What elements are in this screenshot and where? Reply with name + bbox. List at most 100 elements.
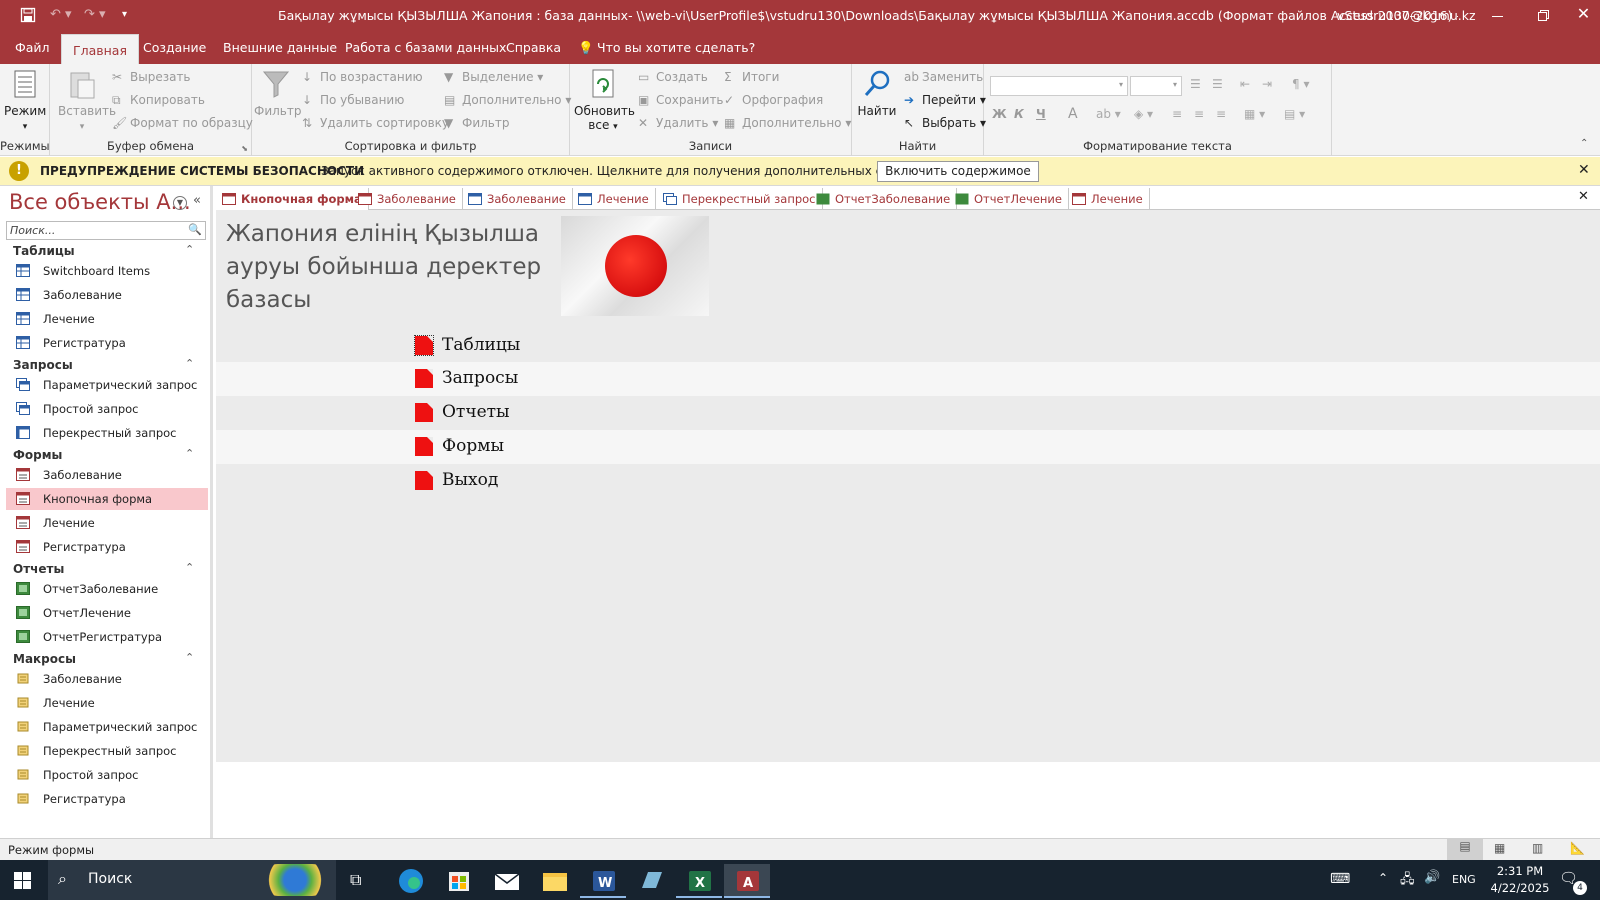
tab-help[interactable]: Справка (506, 40, 561, 55)
menu-button-icon[interactable] (415, 471, 433, 490)
gridlines-icon[interactable]: ▦ ▾ (1244, 107, 1265, 121)
nav-item-macro[interactable]: Лечение (6, 692, 208, 714)
goto-button[interactable]: ➔ Перейти ▾ (904, 93, 986, 107)
windows-start-icon[interactable] (14, 872, 31, 892)
clock-date[interactable]: 4/22/2025 (1484, 881, 1556, 895)
nav-section-forms[interactable]: Формы ⌃ (13, 447, 194, 462)
filter-button[interactable]: Фильтр (254, 68, 301, 118)
menu-button-icon[interactable] (414, 335, 434, 356)
copy-button[interactable]: ⧉ Копировать (112, 93, 205, 108)
redo-icon[interactable]: ↷ ▾ (84, 7, 106, 22)
toggle-filter-button[interactable]: ▼ Фильтр (444, 116, 509, 130)
minimize-button[interactable] (1475, 4, 1521, 28)
nav-item-macro[interactable]: Параметрический запрос (6, 716, 208, 738)
selection-button[interactable]: ▼ Выделение ▾ (444, 70, 543, 84)
delete-record-button[interactable]: ✕ Удалить ▾ (638, 116, 718, 130)
nav-item-table[interactable]: Switchboard Items (6, 260, 208, 282)
more-records-button[interactable]: ▦ Дополнительно ▾ (724, 116, 851, 130)
restore-button[interactable] (1521, 4, 1567, 28)
font-size-select[interactable]: ▾ (1130, 76, 1182, 96)
totals-button[interactable]: Σ Итоги (724, 70, 779, 84)
form-view-icon[interactable]: ▤ (1447, 839, 1483, 860)
language-indicator[interactable]: ENG (1452, 873, 1476, 886)
network-icon[interactable]: 🖧 (1400, 870, 1415, 892)
font-color-button[interactable]: A (1068, 106, 1078, 122)
tab-external-data[interactable]: Внешние данные (223, 40, 337, 55)
view-mode-button[interactable]: Режим ▾ (4, 68, 46, 132)
nav-item-macro[interactable]: Регистратура (6, 788, 208, 810)
nav-item-form[interactable]: Лечение (6, 512, 208, 534)
menu-label-forms[interactable]: Формы (442, 436, 504, 456)
store-icon[interactable] (436, 864, 482, 898)
design-view-icon[interactable]: 📐 (1570, 841, 1585, 855)
nav-item-query[interactable]: Параметрический запрос (6, 374, 208, 396)
paragraph-icon[interactable]: ¶ ▾ (1292, 77, 1309, 91)
security-message[interactable]: Запуск активного содержимого отключен. Щ… (321, 164, 940, 178)
nav-item-query[interactable]: Перекрестный запрос (6, 422, 208, 444)
sort-descending-button[interactable]: ↓ По убыванию (302, 93, 404, 107)
find-button[interactable]: Найти (854, 68, 900, 118)
nav-item-form[interactable]: Заболевание (6, 464, 208, 486)
replace-button[interactable]: ab Заменить (904, 70, 983, 84)
nav-section-queries[interactable]: Запросы ⌃ (13, 357, 194, 372)
doc-tab-form[interactable]: Заболевание (352, 188, 463, 210)
collapse-ribbon-icon[interactable]: ⌃ (1580, 138, 1588, 149)
task-view-icon[interactable]: ⧉ (350, 870, 361, 890)
paste-button[interactable]: Вставить ▾ (58, 68, 116, 132)
taskbar-search[interactable]: ⌕ Поиск (48, 860, 336, 900)
numbering-icon[interactable]: ☰ (1212, 77, 1223, 91)
menu-button-icon[interactable] (415, 403, 433, 422)
nav-item-table[interactable]: Лечение (6, 308, 208, 330)
nav-item-report[interactable]: ОтчетЗаболевание (6, 578, 208, 600)
tray-chevron-icon[interactable]: ⌃ (1378, 871, 1388, 885)
spelling-button[interactable]: ✓ Орфография (724, 93, 823, 107)
font-name-select[interactable]: ▾ (990, 76, 1128, 96)
close-tab-icon[interactable]: ✕ (1578, 189, 1589, 204)
new-record-button[interactable]: ▭ Создать (638, 70, 708, 84)
nav-section-tables[interactable]: Таблицы ⌃ (13, 243, 194, 258)
highlight-icon[interactable]: ab ▾ (1096, 107, 1121, 121)
nav-section-macros[interactable]: Макросы ⌃ (13, 651, 194, 666)
access-icon[interactable]: A (724, 864, 770, 898)
format-painter-button[interactable]: 🖌 Формат по образцу (112, 116, 253, 130)
mail-icon[interactable] (484, 864, 530, 898)
file-explorer-icon[interactable] (532, 864, 578, 898)
close-button[interactable]: ✕ (1567, 4, 1600, 28)
doc-tab-table[interactable]: Лечение (572, 188, 656, 210)
tab-file[interactable]: Файл (15, 40, 50, 55)
collapse-pane-icon[interactable]: « (193, 193, 201, 208)
doc-tab-report[interactable]: ОтчетЗаболевание (810, 188, 958, 210)
align-right-icon[interactable]: ≡ (1216, 107, 1226, 121)
save-icon[interactable] (20, 7, 36, 27)
edge-icon[interactable] (388, 864, 434, 898)
italic-button[interactable]: К (1014, 107, 1024, 121)
excel-icon[interactable]: X (676, 864, 722, 898)
menu-button-icon[interactable] (415, 369, 433, 388)
cut-button[interactable]: ✂ Вырезать (112, 70, 191, 84)
enable-content-button[interactable]: Включить содержимое (877, 161, 1039, 182)
nav-menu-icon[interactable]: ▼ (173, 196, 187, 210)
save-record-button[interactable]: ▣ Сохранить (638, 93, 724, 107)
align-center-icon[interactable]: ≡ (1194, 107, 1204, 121)
doc-tab-query[interactable]: Перекрестный запрос (657, 188, 823, 210)
indent-icon[interactable]: ⇤ (1240, 77, 1250, 91)
align-left-icon[interactable]: ≡ (1172, 107, 1182, 121)
clock-time[interactable]: 2:31 PM (1490, 864, 1550, 878)
doc-tab-report[interactable]: ОтчетЛечение (949, 188, 1069, 210)
tab-create[interactable]: Создание (143, 40, 206, 55)
volume-icon[interactable]: 🔊 (1424, 870, 1440, 885)
sort-ascending-button[interactable]: ↓ По возрастанию (302, 70, 423, 84)
nav-item-macro[interactable]: Простой запрос (6, 764, 208, 786)
nav-item-query[interactable]: Простой запрос (6, 398, 208, 420)
fill-color-icon[interactable]: ◈ ▾ (1134, 107, 1153, 121)
datasheet-view-icon[interactable]: ▦ (1494, 841, 1505, 855)
doc-tab-form[interactable]: Лечение (1066, 188, 1150, 210)
touch-keyboard-icon[interactable]: ⌨ (1330, 871, 1350, 887)
menu-label-tables[interactable]: Таблицы (442, 335, 520, 355)
tab-home[interactable]: Главная (61, 34, 139, 67)
alt-row-color-icon[interactable]: ▤ ▾ (1284, 107, 1305, 121)
nav-search-input[interactable]: Поиск... 🔍 (6, 221, 206, 240)
doc-tab-table[interactable]: Заболевание (462, 188, 573, 210)
doc-tab-switchboard[interactable]: Кнопочная форма (216, 188, 369, 210)
tell-me-search[interactable]: Что вы хотите сделать? (597, 40, 755, 55)
